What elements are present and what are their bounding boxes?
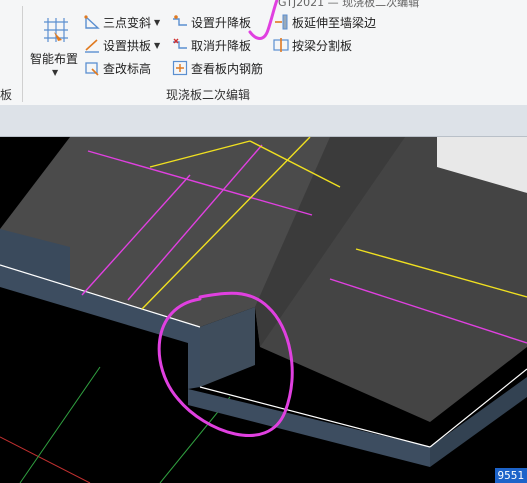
set-arch-slab-icon: [85, 39, 99, 53]
set-arch-slab-label: 设置拱板: [103, 38, 152, 53]
chevron-down-icon: ▼: [154, 17, 161, 27]
set-drop-slab-button[interactable]: 设置升降板: [172, 12, 251, 32]
ribbon-group-separator: [22, 6, 23, 102]
cancel-drop-slab-label: 取消升降板: [191, 38, 252, 53]
three-point-slope-label: 三点变斜: [103, 15, 152, 30]
3d-viewport[interactable]: 9551: [0, 137, 527, 483]
extend-to-wall-icon: [275, 14, 288, 30]
elevation-edit-button[interactable]: 查改标高: [84, 58, 151, 78]
cancel-drop-slab-button[interactable]: 取消升降板: [172, 35, 251, 55]
cancel-drop-slab-icon: [173, 38, 187, 49]
elevation-edit-icon: [85, 62, 99, 76]
three-point-slope-button[interactable]: 三点变斜 ▼: [84, 12, 160, 32]
ribbon-top-cut-text: GTJ2021 — 现浇板二次编辑: [278, 0, 420, 9]
set-drop-slab-label: 设置升降板: [191, 15, 252, 30]
three-point-slope-icon: [84, 15, 100, 29]
toolbar-strip: [0, 105, 527, 137]
split-by-beam-icon: [273, 38, 289, 52]
chevron-down-icon: ▼: [154, 40, 161, 50]
chevron-down-icon: ▼: [52, 68, 59, 77]
left-group-label: 板: [0, 88, 13, 102]
smart-layout-grid-icon: [44, 18, 68, 42]
extend-to-wall-label: 板延伸至墙梁边: [292, 15, 377, 30]
grid-axis-line: [0, 436, 91, 483]
ribbon-group-label: 现浇板二次编辑: [166, 88, 251, 102]
grid-axis-line: [19, 366, 101, 483]
smart-layout-label: 智能布置: [30, 52, 79, 66]
view-rebar-icon: [172, 60, 188, 76]
elevation-edit-label: 查改标高: [103, 61, 152, 76]
view-rebar-button[interactable]: 查看板内钢筋: [172, 58, 263, 78]
ribbon-panel: GTJ2021 — 现浇板二次编辑 智能布置 ▼ 三点变斜 ▼ 设置拱板 ▼ 查…: [0, 0, 527, 106]
split-by-beam-label: 按梁分割板: [292, 38, 353, 53]
extend-to-wall-button[interactable]: 板延伸至墙梁边: [273, 12, 376, 32]
smart-layout-button[interactable]: 智能布置 ▼: [28, 12, 84, 82]
view-rebar-label: 查看板内钢筋: [191, 61, 264, 76]
3d-slab-model: [0, 137, 527, 483]
coordinate-readout: 9551: [494, 468, 527, 483]
set-arch-slab-button[interactable]: 设置拱板 ▼: [84, 35, 160, 55]
set-drop-slab-icon: [173, 15, 187, 26]
split-by-beam-button[interactable]: 按梁分割板: [273, 35, 352, 55]
